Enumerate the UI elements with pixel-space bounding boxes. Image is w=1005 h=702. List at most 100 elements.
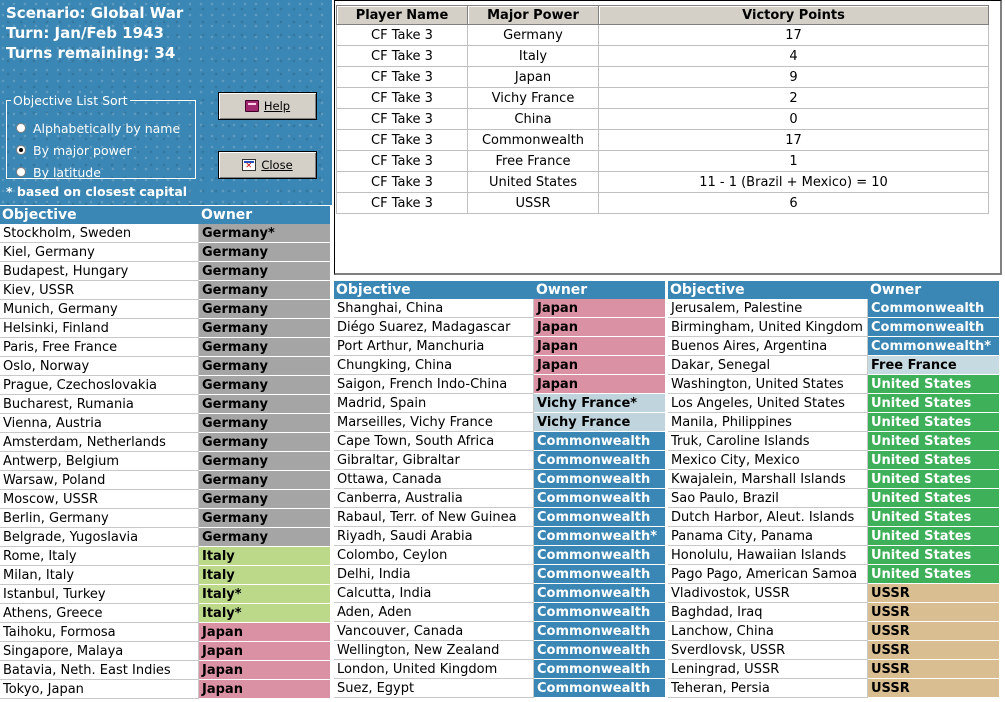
objective-row[interactable]: Leningrad, USSR USSR [668, 660, 999, 679]
objective-row[interactable]: Warsaw, Poland Germany [0, 471, 330, 490]
objective-row[interactable]: Truk, Caroline Islands United States [668, 432, 999, 451]
player-row[interactable]: CF Take 3 Italy 4 [336, 45, 989, 67]
objective-row[interactable]: Bucharest, Rumania Germany [0, 395, 330, 414]
objective-row[interactable]: Suez, Egypt Commonwealth [334, 679, 665, 698]
objective-row[interactable]: Gibraltar, Gibraltar Commonwealth [334, 451, 665, 470]
objective-row[interactable]: Cape Town, South Africa Commonwealth [334, 432, 665, 451]
objective-row[interactable]: Rabaul, Terr. of New Guinea Commonwealth [334, 508, 665, 527]
objective-row[interactable]: Washington, United States United States [668, 375, 999, 394]
objective-row[interactable]: Colombo, Ceylon Commonwealth [334, 546, 665, 565]
objective-row[interactable]: Sverdlovsk, USSR USSR [668, 641, 999, 660]
objective-row[interactable]: Budapest, Hungary Germany [0, 262, 330, 281]
objective-row[interactable]: Teheran, Persia USSR [668, 679, 999, 698]
objective-row[interactable]: Munich, Germany Germany [0, 300, 330, 319]
objective-owner: Japan [534, 356, 665, 375]
objective-owner: Commonwealth [534, 603, 665, 622]
objective-row[interactable]: Athens, Greece Italy* [0, 604, 330, 623]
objective-row[interactable]: Stockholm, Sweden Germany* [0, 224, 330, 243]
sort-major-power-radio[interactable]: By major power [16, 140, 132, 160]
objective-column-header[interactable]: Objective [0, 206, 199, 224]
objective-row[interactable]: Pago Pago, American Samoa United States [668, 565, 999, 584]
col-victory-points[interactable]: Victory Points [598, 5, 989, 25]
objective-column-header[interactable]: Objective [334, 281, 534, 299]
objective-row[interactable]: Vancouver, Canada Commonwealth [334, 622, 665, 641]
objective-row[interactable]: Milan, Italy Italy [0, 566, 330, 585]
owner-column-header[interactable]: Owner [199, 206, 330, 224]
objective-row[interactable]: Berlin, Germany Germany [0, 509, 330, 528]
objective-row[interactable]: Oslo, Norway Germany [0, 357, 330, 376]
objective-row[interactable]: Vladivostok, USSR USSR [668, 584, 999, 603]
owner-column-header[interactable]: Owner [534, 281, 665, 299]
objective-row[interactable]: Wellington, New Zealand Commonwealth [334, 641, 665, 660]
player-row[interactable]: CF Take 3 China 0 [336, 108, 989, 130]
objective-row[interactable]: Helsinki, Finland Germany [0, 319, 330, 338]
objective-row[interactable]: Riyadh, Saudi Arabia Commonwealth* [334, 527, 665, 546]
objective-row[interactable]: Paris, Free France Germany [0, 338, 330, 357]
objective-row[interactable]: Singapore, Malaya Japan [0, 642, 330, 661]
objective-row[interactable]: Batavia, Neth. East Indies Japan [0, 661, 330, 680]
objective-row[interactable]: London, United Kingdom Commonwealth [334, 660, 665, 679]
player-row[interactable]: CF Take 3 Vichy France 2 [336, 87, 989, 109]
objective-row[interactable]: Kiev, USSR Germany [0, 281, 330, 300]
objective-row[interactable]: Lanchow, China USSR [668, 622, 999, 641]
objective-row[interactable]: Ottawa, Canada Commonwealth [334, 470, 665, 489]
objective-row[interactable]: Amsterdam, Netherlands Germany [0, 433, 330, 452]
objective-row[interactable]: Saigon, French Indo-China Japan [334, 375, 665, 394]
objective-row[interactable]: Mexico City, Mexico United States [668, 451, 999, 470]
sort-alphabetical-radio[interactable]: Alphabetically by name [16, 118, 180, 138]
objective-row[interactable]: Los Angeles, United States United States [668, 394, 999, 413]
sort-latitude-radio[interactable]: By latitude [16, 162, 101, 182]
objective-row[interactable]: Honolulu, Hawaiian Islands United States [668, 546, 999, 565]
objective-row[interactable]: Manila, Philippines United States [668, 413, 999, 432]
objective-column-header[interactable]: Objective [668, 281, 868, 299]
help-button[interactable]: Help [218, 92, 317, 120]
objective-row[interactable]: Canberra, Australia Commonwealth [334, 489, 665, 508]
objective-row[interactable]: Panama City, Panama United States [668, 527, 999, 546]
player-row[interactable]: CF Take 3 USSR 6 [336, 192, 989, 214]
objective-row[interactable]: Tokyo, Japan Japan [0, 680, 330, 699]
objective-row[interactable]: Prague, Czechoslovakia Germany [0, 376, 330, 395]
objective-row[interactable]: Istanbul, Turkey Italy* [0, 585, 330, 604]
objective-row[interactable]: Shanghai, China Japan [334, 299, 665, 318]
objective-row[interactable]: Vienna, Austria Germany [0, 414, 330, 433]
objective-name: Madrid, Spain [334, 394, 534, 413]
objective-owner: Commonwealth [534, 451, 665, 470]
objective-row[interactable]: Jerusalem, Palestine Commonwealth [668, 299, 999, 318]
col-major-power[interactable]: Major Power [467, 5, 599, 25]
objective-row[interactable]: Madrid, Spain Vichy France* [334, 394, 665, 413]
objective-row[interactable]: Dakar, Senegal Free France [668, 356, 999, 375]
objective-row[interactable]: Taihoku, Formosa Japan [0, 623, 330, 642]
objective-row[interactable]: Moscow, USSR Germany [0, 490, 330, 509]
objective-row[interactable]: Calcutta, India Commonwealth [334, 584, 665, 603]
victory-points-cell: 6 [598, 192, 989, 214]
player-row[interactable]: CF Take 3 Free France 1 [336, 150, 989, 172]
player-row[interactable]: CF Take 3 Japan 9 [336, 66, 989, 88]
close-button[interactable]: Close [218, 151, 317, 179]
player-row[interactable]: CF Take 3 Commonwealth 17 [336, 129, 989, 151]
victory-points-cell: 17 [598, 24, 989, 46]
owner-column-header[interactable]: Owner [868, 281, 999, 299]
player-row[interactable]: CF Take 3 United States 11 - 1 (Brazil + M… [336, 171, 989, 193]
objective-name: Belgrade, Yugoslavia [0, 528, 199, 547]
player-row[interactable]: CF Take 3 Germany 17 [336, 24, 989, 46]
player-name-cell: CF Take 3 [336, 66, 468, 88]
objective-row[interactable]: Port Arthur, Manchuria Japan [334, 337, 665, 356]
objective-row[interactable]: Chungking, China Japan [334, 356, 665, 375]
objective-row[interactable]: Dutch Harbor, Aleut. Islands United State… [668, 508, 999, 527]
objective-row[interactable]: Aden, Aden Commonwealth [334, 603, 665, 622]
objective-row[interactable]: Rome, Italy Italy [0, 547, 330, 566]
objective-row[interactable]: Marseilles, Vichy France Vichy France [334, 413, 665, 432]
col-player-name[interactable]: Player Name [336, 5, 468, 25]
objective-row[interactable]: Antwerp, Belgium Germany [0, 452, 330, 471]
objective-row[interactable]: Buenos Aires, Argentina Commonwealth* [668, 337, 999, 356]
objective-name: Vancouver, Canada [334, 622, 534, 641]
objective-row[interactable]: Baghdad, Iraq USSR [668, 603, 999, 622]
objective-row[interactable]: Birmingham, United Kingdom Commonwealth [668, 318, 999, 337]
objective-name: Batavia, Neth. East Indies [0, 661, 199, 680]
objective-row[interactable]: Delhi, India Commonwealth [334, 565, 665, 584]
objective-row[interactable]: Diégo Suarez, Madagascar Japan [334, 318, 665, 337]
objective-row[interactable]: Sao Paulo, Brazil United States [668, 489, 999, 508]
objective-row[interactable]: Kiel, Germany Germany [0, 243, 330, 262]
objective-row[interactable]: Belgrade, Yugoslavia Germany [0, 528, 330, 547]
objective-row[interactable]: Kwajalein, Marshall Islands United States [668, 470, 999, 489]
